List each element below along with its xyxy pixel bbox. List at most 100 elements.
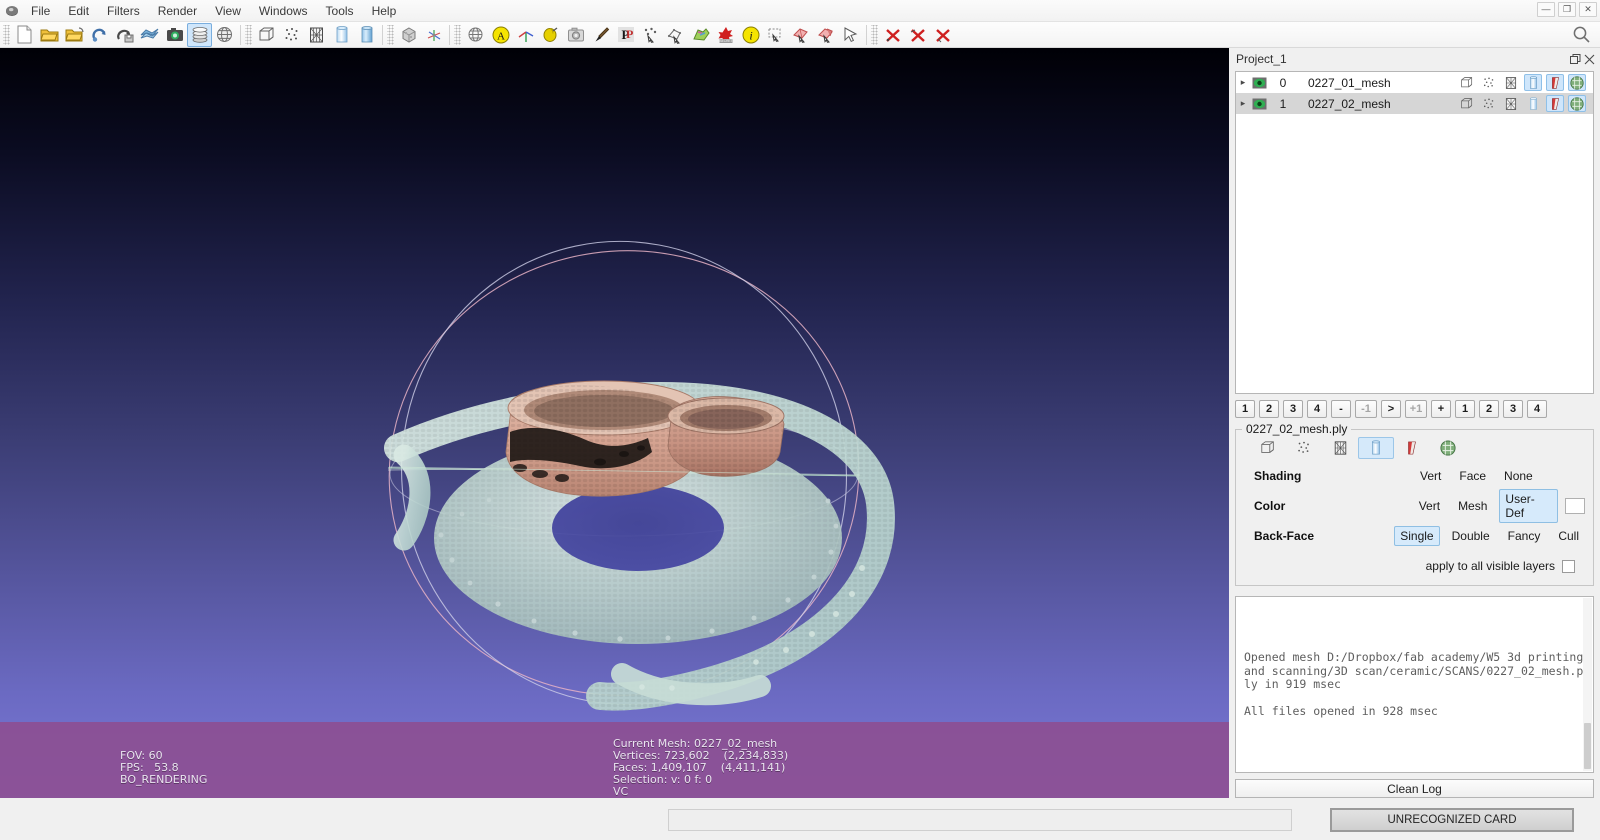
shading-option-vert[interactable]: Vert	[1414, 466, 1447, 486]
globe-align-icon[interactable]	[212, 23, 237, 47]
restore-button[interactable]: ❐	[1558, 2, 1576, 17]
layer-list[interactable]: ▸ 0 0227_01_mesh ▸ 1 0227_02_mesh	[1235, 71, 1594, 394]
close-button[interactable]: ✕	[1579, 2, 1597, 17]
save-mesh-icon[interactable]	[112, 23, 137, 47]
point-cloud-icon[interactable]	[1286, 437, 1322, 459]
sphere-wireframe-icon[interactable]	[463, 23, 488, 47]
undock-icon[interactable]	[1568, 52, 1582, 66]
split-button-3[interactable]: 3	[1503, 400, 1523, 418]
select-rect-icon[interactable]	[763, 23, 788, 47]
3d-viewport[interactable]: FOV: 60 FPS: 53.8 BO_RENDERING Current M…	[0, 48, 1229, 798]
wireframe-icon[interactable]	[1322, 437, 1358, 459]
delete-selected-faces-icon[interactable]	[880, 23, 905, 47]
reload-mesh-icon[interactable]	[87, 23, 112, 47]
menu-filters[interactable]: Filters	[98, 1, 149, 21]
bounding-box-icon[interactable]	[1250, 437, 1286, 459]
color-select-icon[interactable]	[688, 23, 713, 47]
snapshot-camera-icon[interactable]	[162, 23, 187, 47]
select-connected-icon[interactable]	[813, 23, 838, 47]
layer-row-0[interactable]: ▸ 0 0227_01_mesh	[1236, 72, 1593, 93]
info-icon[interactable]: i	[738, 23, 763, 47]
menu-view[interactable]: View	[206, 1, 250, 21]
eye-visible-icon[interactable]	[1250, 97, 1268, 111]
view-button-4[interactable]: 4	[1307, 400, 1327, 418]
layer-row-1[interactable]: ▸ 1 0227_02_mesh	[1236, 93, 1593, 114]
smooth-shading-icon[interactable]	[354, 23, 379, 47]
next-layer-button[interactable]: +1	[1405, 400, 1427, 418]
toolbar-grip-2[interactable]	[245, 24, 252, 45]
open-project-folder-icon[interactable]	[37, 23, 62, 47]
new-document-icon[interactable]	[12, 23, 37, 47]
texture-icon[interactable]	[1568, 95, 1586, 112]
split-button-4[interactable]: 4	[1527, 400, 1547, 418]
bounding-box-icon[interactable]	[1458, 74, 1476, 91]
select-faces-icon[interactable]	[788, 23, 813, 47]
color-option-vert[interactable]: Vert	[1413, 496, 1446, 516]
open-mesh-folder-icon[interactable]	[62, 23, 87, 47]
bounding-box-icon[interactable]	[254, 23, 279, 47]
bounding-box-icon[interactable]	[1458, 95, 1476, 112]
paint-bucket-icon[interactable]	[538, 23, 563, 47]
menu-tools[interactable]: Tools	[317, 1, 363, 21]
wireframe-icon[interactable]	[1502, 95, 1520, 112]
back-face-option-fancy[interactable]: Fancy	[1502, 526, 1547, 546]
point-cloud-icon[interactable]	[1480, 74, 1498, 91]
smooth-shading-icon[interactable]	[1394, 437, 1430, 459]
delete-selected-vertices-icon[interactable]	[905, 23, 930, 47]
menu-help[interactable]: Help	[363, 1, 406, 21]
toolbar-grip-5[interactable]	[871, 24, 878, 45]
play-button[interactable]: >	[1381, 400, 1401, 418]
texture-icon[interactable]	[1430, 437, 1466, 459]
secret-star-icon[interactable]: SECRET	[713, 23, 738, 47]
toolbar-grip-4[interactable]	[454, 24, 461, 45]
view-button-2[interactable]: 2	[1259, 400, 1279, 418]
measure-axis-icon[interactable]	[513, 23, 538, 47]
layer-stack-icon[interactable]	[187, 22, 212, 47]
back-face-option-cull[interactable]: Cull	[1552, 526, 1585, 546]
flat-lines-icon[interactable]	[1524, 95, 1542, 112]
toolbar-grip-3[interactable]	[387, 24, 394, 45]
view-button-3[interactable]: 3	[1283, 400, 1303, 418]
menu-render[interactable]: Render	[149, 1, 206, 21]
menu-edit[interactable]: Edit	[59, 1, 98, 21]
minus-button[interactable]: -	[1331, 400, 1351, 418]
color-option-user-def[interactable]: User-Def	[1499, 489, 1559, 523]
edge-select-icon[interactable]	[663, 23, 688, 47]
texture-cube-icon[interactable]	[396, 23, 421, 47]
split-button-2[interactable]: 2	[1479, 400, 1499, 418]
toolbar-grip[interactable]	[3, 24, 10, 45]
layer-name[interactable]: 0227_01_mesh	[1298, 76, 1458, 90]
chevron-right-icon[interactable]: ▸	[1236, 98, 1250, 109]
point-select-icon[interactable]	[638, 23, 663, 47]
pp-points-icon[interactable]: PP	[613, 23, 638, 47]
paint-brush-icon[interactable]	[588, 23, 613, 47]
smooth-shading-icon[interactable]	[1546, 95, 1564, 112]
apply-all-checkbox[interactable]	[1562, 559, 1575, 573]
wireframe-icon[interactable]	[1502, 74, 1520, 91]
save-project-icon[interactable]	[137, 23, 162, 47]
wireframe-icon[interactable]	[304, 23, 329, 47]
clean-log-button[interactable]: Clean Log	[1235, 779, 1594, 798]
flat-lines-icon[interactable]	[329, 23, 354, 47]
layer-name[interactable]: 0227_02_mesh	[1298, 97, 1458, 111]
texture-icon[interactable]	[1568, 74, 1586, 91]
align-tool-icon[interactable]: A	[488, 23, 513, 47]
prev-layer-button[interactable]: -1	[1355, 400, 1377, 418]
shading-option-none[interactable]: None	[1498, 466, 1539, 486]
select-pointer-icon[interactable]	[838, 23, 863, 47]
chevron-right-icon[interactable]: ▸	[1236, 77, 1250, 88]
menu-file[interactable]: File	[22, 1, 59, 21]
shading-option-face[interactable]: Face	[1453, 466, 1492, 486]
clear-selection-icon[interactable]	[930, 23, 955, 47]
menu-windows[interactable]: Windows	[250, 1, 317, 21]
color-option-mesh[interactable]: Mesh	[1452, 496, 1493, 516]
search-icon[interactable]	[1572, 25, 1591, 47]
smooth-shading-icon[interactable]	[1546, 74, 1564, 91]
flat-lines-icon[interactable]	[1358, 437, 1394, 459]
log-scrollbar[interactable]	[1583, 598, 1592, 771]
view-button-1[interactable]: 1	[1235, 400, 1255, 418]
plus-button[interactable]: +	[1431, 400, 1451, 418]
close-icon[interactable]	[1582, 52, 1596, 66]
flat-lines-icon[interactable]	[1524, 74, 1542, 91]
log-panel[interactable]: Opened mesh D:/Dropbox/fab academy/W5 3d…	[1235, 596, 1594, 773]
